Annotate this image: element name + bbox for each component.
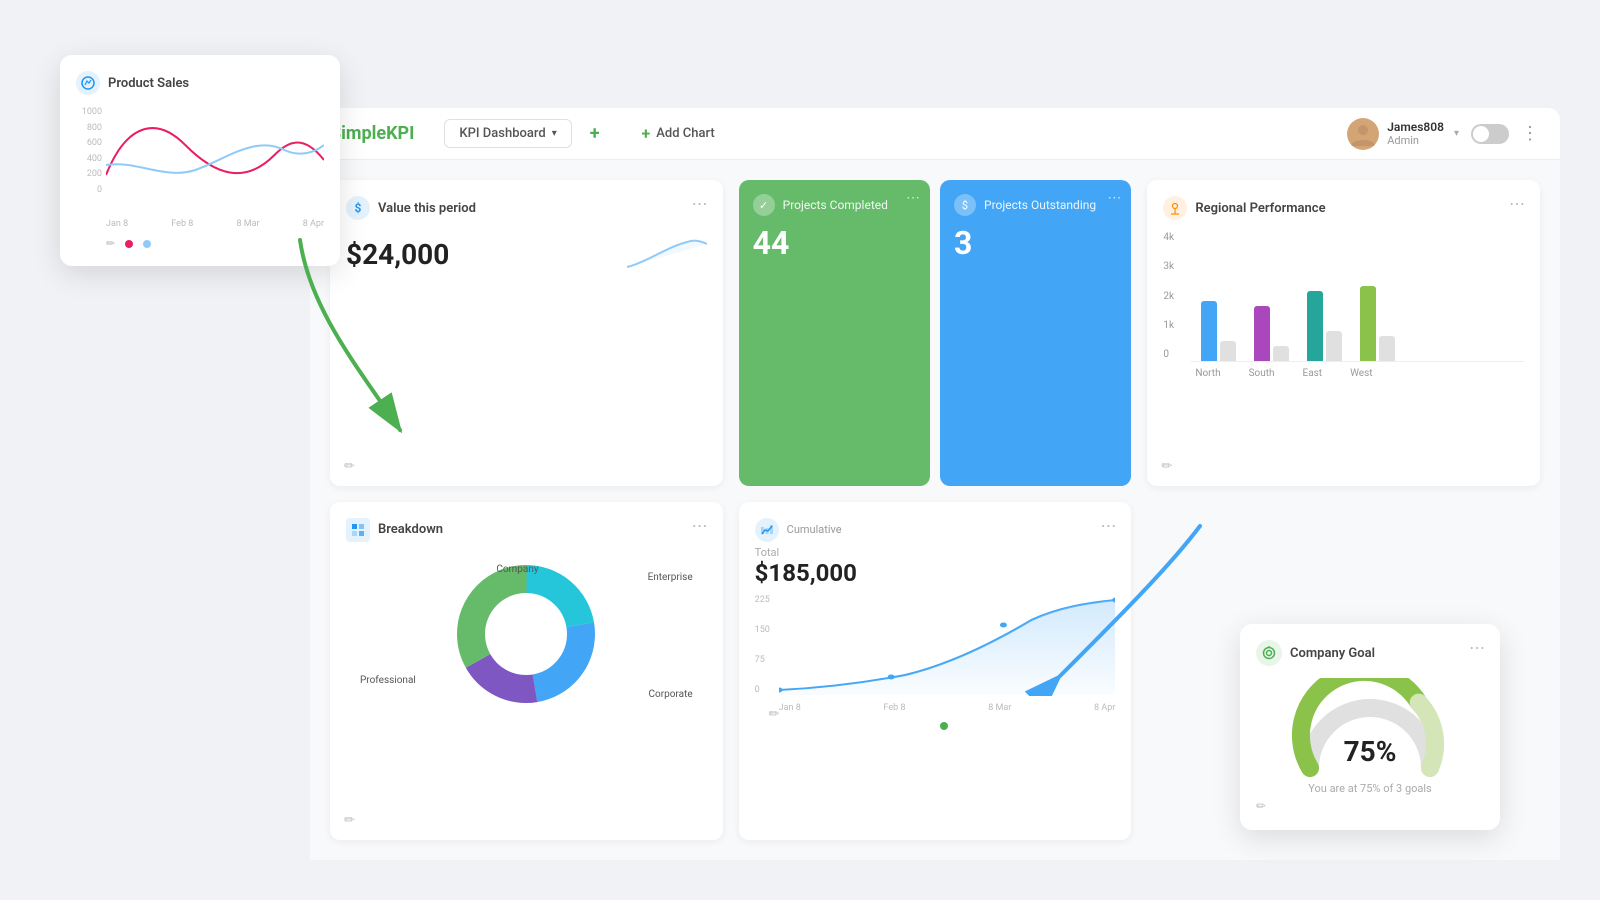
add-chart-label: Add Chart — [656, 126, 714, 141]
legend-dot-blue — [143, 240, 151, 248]
user-info: James808 Admin ▾ — [1347, 118, 1459, 150]
ps-edit-icon[interactable]: ✏ — [106, 237, 115, 250]
user-role: Admin — [1387, 134, 1444, 147]
breakdown-edit[interactable]: ✏ — [344, 813, 355, 828]
goal-subtitle: You are at 75% of 3 goals — [1256, 782, 1484, 795]
goal-menu[interactable]: ⋯ — [1469, 638, 1486, 657]
goal-title: Company Goal — [1290, 646, 1375, 661]
donut-label-professional: Professional — [360, 675, 416, 686]
regional-x-labels: North South East West — [1195, 368, 1524, 379]
projects-outstanding-icon: $ — [954, 194, 976, 216]
user-chevron-icon: ▾ — [1454, 128, 1459, 139]
bar-group-east — [1307, 291, 1342, 361]
cumulative-x-labels: Jan 8 Feb 8 8 Mar 8 Apr — [779, 703, 1116, 713]
ps-x-labels: Jan 8 Feb 8 8 Mar 8 Apr — [106, 219, 324, 229]
blue-arrow — [1020, 516, 1220, 700]
regional-menu[interactable]: ⋯ — [1509, 194, 1526, 213]
navbar: SimpleKPI KPI Dashboard ▾ + + Add Chart … — [310, 108, 1560, 160]
add-tab-button[interactable]: + — [576, 117, 614, 150]
theme-toggle[interactable] — [1471, 124, 1509, 144]
projects-outstanding-label: Projects Outstanding — [984, 198, 1096, 212]
bar-west-gray — [1379, 336, 1395, 361]
breakdown-card: Breakdown ⋯ Company Enterprise P — [330, 502, 723, 841]
dashboard-tab[interactable]: KPI Dashboard ▾ — [444, 119, 571, 148]
donut-label-corporate: Corporate — [649, 689, 693, 700]
bar-south-gray — [1273, 346, 1289, 361]
add-chart-plus-icon: + — [642, 124, 651, 143]
more-options-icon[interactable]: ⋮ — [1521, 123, 1540, 144]
donut-chart: Company Enterprise Professional Corporat… — [346, 554, 707, 714]
cumulative-title: Cumulative — [787, 523, 842, 536]
value-card-edit[interactable]: ✏ — [344, 459, 355, 474]
product-sales-icon — [76, 71, 100, 95]
company-goal-card: Company Goal ⋯ 75% You are at 75% of 3 g… — [1240, 624, 1500, 830]
cumulative-icon — [755, 518, 779, 542]
bar-east-gray — [1326, 331, 1342, 361]
regional-title: Regional Performance — [1195, 201, 1325, 216]
projects-completed-icon: ✓ — [753, 194, 775, 216]
goal-icon — [1256, 640, 1282, 666]
user-text: James808 Admin — [1387, 120, 1444, 147]
plus-icon: + — [590, 123, 600, 144]
bar-group-south — [1254, 306, 1289, 361]
bar-south-purple — [1254, 306, 1270, 361]
ps-y-axis: 1000 800 600 400 200 0 — [76, 105, 102, 195]
regional-performance-card: Regional Performance ⋯ 0 1k 2k 3k 4k — [1147, 180, 1540, 486]
ps-chart-area — [106, 105, 324, 195]
cumulative-y-axis: 0 75 150 225 — [755, 595, 770, 695]
metric-cards-container: ✓ Projects Completed 44 ⋯ $ Projects Out… — [739, 180, 1132, 486]
bar-north-gray — [1220, 341, 1236, 361]
goal-gauge: 75% — [1256, 678, 1484, 778]
bar-group-west — [1360, 286, 1395, 361]
bar-east-teal — [1307, 291, 1323, 361]
bar-west-green — [1360, 286, 1376, 361]
user-avatar — [1347, 118, 1379, 150]
value-sparkline — [627, 232, 707, 276]
projects-outstanding-value: 3 — [954, 224, 1117, 262]
navbar-tabs: KPI Dashboard ▾ + + Add Chart — [444, 117, 730, 150]
chevron-down-icon: ▾ — [552, 128, 557, 139]
regional-icon — [1163, 196, 1187, 220]
user-name: James808 — [1387, 120, 1444, 134]
projects-completed-card: ✓ Projects Completed 44 ⋯ — [739, 180, 930, 486]
brand-accent: KPI — [386, 123, 414, 144]
cumulative-dot — [940, 722, 948, 730]
projects-completed-label: Projects Completed — [783, 198, 888, 212]
green-arrow — [280, 230, 440, 454]
projects-completed-menu[interactable]: ⋯ — [906, 190, 920, 206]
donut-label-enterprise: Enterprise — [648, 572, 693, 583]
value-card-menu[interactable]: ⋯ — [692, 194, 709, 213]
projects-outstanding-menu[interactable]: ⋯ — [1107, 190, 1121, 206]
dashboard-tab-label: KPI Dashboard — [459, 126, 545, 141]
bar-chart — [1191, 232, 1524, 362]
goal-edit[interactable]: ✏ — [1256, 799, 1266, 813]
value-card-title: Value this period — [378, 201, 476, 216]
brand-name: SimpleKPI — [330, 123, 414, 144]
legend-dot-red — [125, 240, 133, 248]
value-card-icon: $ — [346, 196, 370, 220]
navbar-right: James808 Admin ▾ ⋮ — [1347, 118, 1540, 150]
bar-group-north — [1201, 301, 1236, 361]
cumulative-edit[interactable]: ✏ — [769, 707, 780, 722]
regional-edit[interactable]: ✏ — [1161, 459, 1172, 474]
bar-north-blue — [1201, 301, 1217, 361]
breakdown-icon — [346, 518, 370, 542]
breakdown-menu[interactable]: ⋯ — [692, 516, 709, 535]
goal-percentage: 75% — [1344, 735, 1397, 768]
projects-outstanding-card: $ Projects Outstanding 3 ⋯ — [940, 180, 1131, 486]
add-chart-button[interactable]: + Add Chart — [626, 118, 731, 149]
regional-y-axis: 0 1k 2k 3k 4k — [1163, 232, 1174, 362]
projects-completed-value: 44 — [753, 224, 916, 262]
breakdown-title: Breakdown — [378, 522, 443, 537]
donut-label-company: Company — [496, 564, 538, 575]
product-sales-title: Product Sales — [108, 76, 189, 91]
